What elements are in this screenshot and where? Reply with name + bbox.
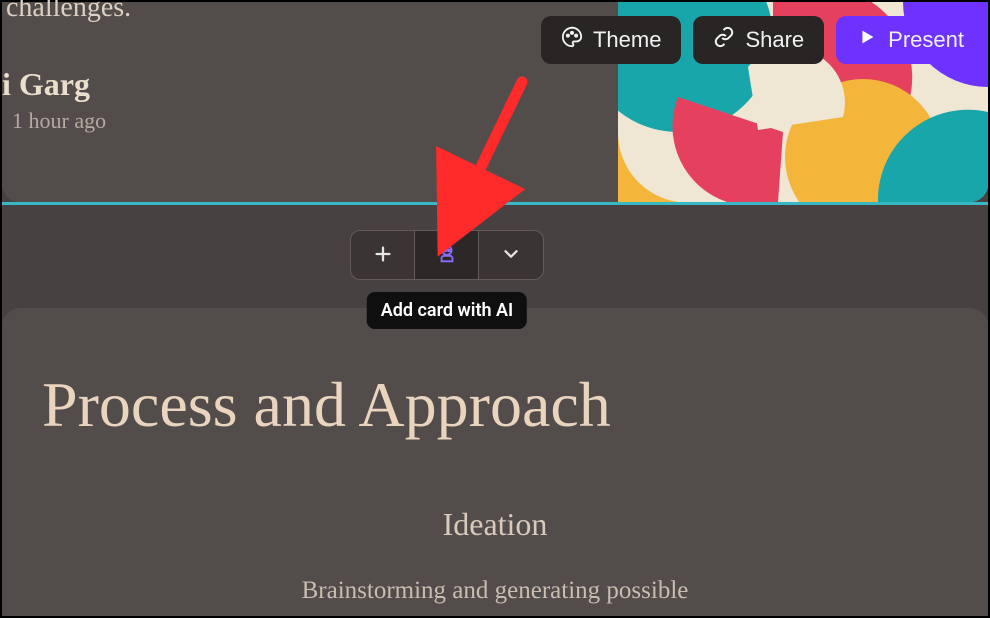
theme-label: Theme bbox=[593, 27, 661, 53]
header-area: challenges. i Garg 1 hour ago bbox=[2, 2, 988, 202]
timestamp: 1 hour ago bbox=[12, 108, 106, 134]
add-blank-card-button[interactable] bbox=[351, 231, 415, 279]
share-button[interactable]: Share bbox=[693, 16, 824, 64]
plus-icon bbox=[372, 243, 394, 268]
author-name: i Garg bbox=[2, 66, 90, 103]
link-icon bbox=[713, 26, 735, 54]
theme-button[interactable]: Theme bbox=[541, 16, 681, 64]
add-card-dropdown-button[interactable] bbox=[479, 231, 543, 279]
play-icon bbox=[856, 26, 878, 54]
body-text[interactable]: Brainstorming and generating possible bbox=[42, 573, 948, 608]
present-button[interactable]: Present bbox=[836, 16, 984, 64]
section-title[interactable]: Process and Approach bbox=[42, 368, 948, 442]
add-ai-card-button[interactable] bbox=[415, 231, 479, 279]
ai-tooltip: Add card with AI bbox=[367, 292, 527, 329]
card-two: Process and Approach Ideation Brainstorm… bbox=[2, 308, 988, 616]
sub-heading[interactable]: Ideation bbox=[42, 506, 948, 543]
add-card-toolbar bbox=[350, 230, 544, 280]
present-label: Present bbox=[888, 27, 964, 53]
top-actions: Theme Share Present bbox=[541, 16, 984, 64]
palette-icon bbox=[561, 26, 583, 54]
card-one-text-truncated: challenges. bbox=[6, 0, 131, 24]
card-divider[interactable] bbox=[2, 202, 988, 205]
chevron-down-icon bbox=[500, 243, 522, 268]
share-label: Share bbox=[745, 27, 804, 53]
ai-robot-icon bbox=[436, 243, 458, 268]
